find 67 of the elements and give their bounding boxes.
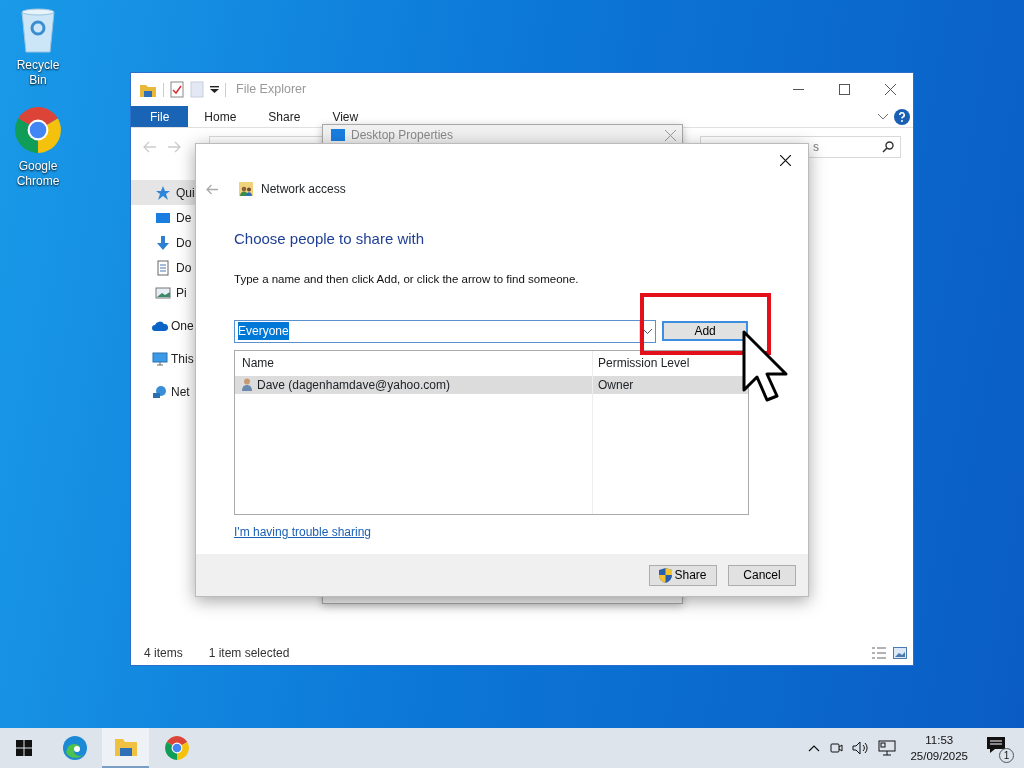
list-row[interactable]: Dave (dagenhamdave@yahoo.com) Owner	[235, 375, 748, 394]
chrome-icon	[163, 735, 190, 761]
column-header[interactable]: Permission Level	[592, 354, 690, 373]
help-link[interactable]: I'm having trouble sharing	[234, 522, 372, 541]
chrome-icon[interactable]	[13, 105, 63, 155]
close-icon	[779, 155, 791, 166]
star-icon	[155, 184, 171, 201]
dropdown-icon[interactable]	[210, 85, 219, 94]
help-icon[interactable]	[894, 108, 910, 125]
column-header[interactable]: Name	[235, 354, 592, 373]
nav-item[interactable]: Qui	[131, 180, 197, 205]
nav-item[interactable]: Do	[131, 230, 194, 255]
network-icon	[152, 383, 168, 400]
table-cell-text: Owner	[597, 376, 634, 394]
nav-item[interactable]: Pi	[131, 280, 189, 305]
close-icon[interactable]	[665, 129, 676, 141]
recycle-bin-icon[interactable]	[18, 8, 58, 54]
pc-icon	[152, 350, 168, 367]
edge-icon	[61, 735, 88, 761]
back-arrow-icon[interactable]	[206, 183, 219, 195]
close-icon	[884, 84, 896, 95]
user-icon	[242, 378, 252, 392]
mouse-pointer-icon	[742, 330, 790, 402]
network-icon[interactable]	[878, 740, 897, 756]
dialog-heading: Choose people to share with	[234, 229, 426, 249]
ribbon-tab[interactable]: Home	[188, 106, 253, 127]
chevron-down-icon[interactable]	[878, 113, 888, 120]
minimize-icon	[792, 88, 804, 91]
nav-item[interactable]: This	[131, 346, 196, 371]
ribbon-tab[interactable]: Share	[252, 106, 317, 127]
document-icon	[155, 259, 171, 276]
taskbar-app[interactable]	[102, 728, 149, 768]
chevron-up-icon[interactable]	[808, 744, 821, 752]
window-icon	[331, 129, 345, 141]
clock-date[interactable]: 25/09/2025	[910, 748, 968, 764]
speaker-icon[interactable]	[852, 740, 871, 756]
window-title: Desktop Properties	[351, 127, 454, 144]
window-title: File Explorer	[236, 81, 307, 99]
pictures-icon	[155, 284, 171, 301]
ribbon-tab[interactable]: File	[131, 106, 189, 127]
folder-icon	[113, 737, 138, 757]
download-icon	[155, 234, 171, 251]
search-icon	[882, 141, 894, 153]
nav-item[interactable]: Net	[131, 379, 192, 404]
add-button[interactable]: Add	[662, 321, 748, 342]
notification-count: 1	[999, 748, 1014, 763]
ribbon-tab[interactable]: View	[316, 106, 375, 127]
share-button[interactable]: Share	[649, 564, 717, 586]
cancel-button[interactable]: Cancel	[728, 564, 796, 586]
table-cell-text: Dave (dagenhamdave@yahoo.com)	[257, 376, 450, 394]
instruction-text: Type a name and then click Add, or click the arrow to find someone.	[234, 271, 580, 287]
notification-button[interactable]: 1	[986, 735, 1012, 761]
dialog-title: Network access	[261, 181, 346, 198]
start-icon[interactable]	[15, 740, 32, 756]
users-icon	[239, 182, 253, 196]
clock-time[interactable]: 11:53	[925, 732, 954, 748]
item-count: 4 items	[144, 645, 183, 662]
properties-icon[interactable]	[170, 81, 184, 98]
name-field[interactable]: Everyone	[234, 319, 657, 343]
shield-icon	[659, 567, 673, 583]
maximize-icon	[838, 84, 850, 95]
nav-item[interactable]: De	[131, 205, 194, 230]
large-icons-view-icon[interactable]	[893, 647, 907, 659]
nav-item[interactable]: One	[131, 313, 196, 338]
camera-icon[interactable]	[828, 740, 845, 756]
selection-count: 1 item selected	[208, 645, 290, 662]
nav-item[interactable]: Do	[131, 255, 194, 280]
